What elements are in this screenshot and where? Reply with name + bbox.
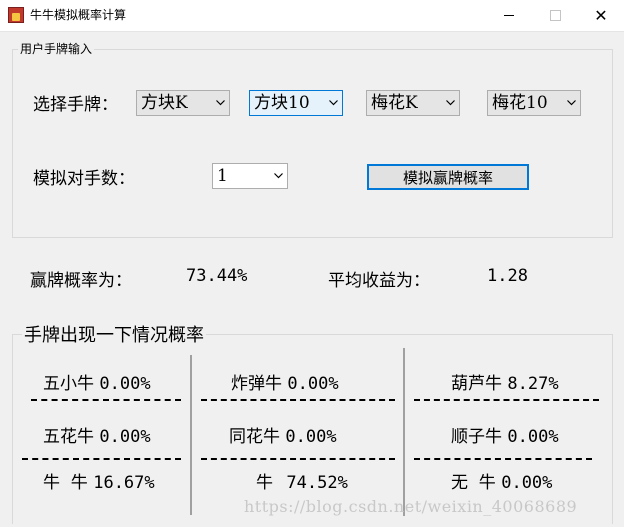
input-groupbox: [12, 49, 613, 238]
row-divider: [414, 458, 592, 460]
hand-probability: 0.00%: [99, 427, 151, 447]
watermark: https://blog.csdn.net/weixin_40068689: [244, 497, 578, 516]
hand-name: 炸弹牛: [231, 374, 282, 394]
card-select-1[interactable]: 方块K: [136, 90, 230, 116]
chevron-down-icon: [274, 173, 283, 180]
card-select-2-value: 方块10: [254, 93, 310, 113]
app-icon: [8, 7, 24, 23]
hand-name: 顺子牛: [451, 427, 502, 447]
chevron-down-icon: [329, 100, 338, 107]
hand-probability: 74.52%: [286, 473, 348, 493]
input-group-legend: 用户手牌输入: [18, 41, 95, 57]
hand-bull: 牛 74.52%: [256, 468, 348, 493]
close-button[interactable]: ✕: [578, 0, 624, 31]
hand-probability: 0.00%: [99, 374, 151, 394]
simulate-button[interactable]: 模拟赢牌概率: [367, 164, 529, 190]
hand-name: 牛: [256, 473, 273, 493]
row-divider: [201, 399, 395, 401]
maximize-button[interactable]: [532, 0, 578, 31]
hand-name: 牛 牛: [43, 473, 88, 493]
hand-probability: 8.27%: [507, 374, 559, 394]
column-divider: [190, 355, 192, 515]
card-select-1-value: 方块K: [141, 93, 188, 113]
hand-probability: 0.00%: [287, 374, 339, 394]
card-select-3-value: 梅花K: [371, 93, 418, 113]
win-rate-value: 73.44%: [186, 266, 248, 286]
row-divider: [414, 399, 599, 401]
title-bar: 牛牛模拟概率计算 ✕: [0, 0, 624, 32]
hand-probability: 16.67%: [93, 473, 155, 493]
chevron-down-icon: [216, 100, 225, 107]
hand-name: 葫芦牛: [451, 374, 502, 394]
close-icon: ✕: [594, 6, 608, 25]
minimize-icon: [504, 15, 514, 16]
card-select-2[interactable]: 方块10: [249, 90, 343, 116]
hand-name: 同花牛: [229, 427, 280, 447]
hand-name: 五花牛: [43, 427, 94, 447]
hand-probability: 0.00%: [285, 427, 337, 447]
hand-name: 无 牛: [451, 473, 496, 493]
opponents-select-value: 1: [217, 166, 228, 186]
chevron-down-icon: [446, 100, 455, 107]
window-title: 牛牛模拟概率计算: [30, 8, 127, 22]
hand-bomb-bull: 炸弹牛 0.00%: [231, 369, 339, 394]
card-select-4[interactable]: 梅花10: [487, 90, 581, 116]
chevron-down-icon: [567, 100, 576, 107]
hand-five-face-bull: 五花牛 0.00%: [43, 422, 151, 447]
hand-flush-bull: 同花牛 0.00%: [229, 422, 337, 447]
opponents-label: 模拟对手数：: [33, 169, 135, 189]
row-divider: [31, 399, 181, 401]
hand-name: 五小牛: [43, 374, 94, 394]
hand-straight-bull: 顺子牛 0.00%: [451, 422, 559, 447]
avg-gain-value: 1.28: [487, 266, 528, 286]
probability-group-legend: 手牌出现一下情况概率: [22, 321, 206, 347]
avg-gain-label: 平均收益为：: [328, 271, 430, 291]
row-divider: [22, 458, 181, 460]
row-divider: [201, 458, 395, 460]
hand-five-small-bull: 五小牛 0.00%: [43, 369, 151, 394]
hand-probability: 0.00%: [507, 427, 559, 447]
hand-no-bull: 无 牛 0.00%: [451, 468, 552, 493]
card-select-4-value: 梅花10: [492, 93, 548, 113]
opponents-select[interactable]: 1: [212, 163, 288, 189]
maximize-icon: [549, 10, 561, 21]
win-rate-label: 赢牌概率为：: [30, 271, 132, 291]
select-cards-label: 选择手牌：: [33, 95, 118, 115]
hand-bull-bull: 牛 牛 16.67%: [43, 468, 155, 493]
hand-full-house-bull: 葫芦牛 8.27%: [451, 369, 559, 394]
column-divider: [403, 348, 405, 516]
hand-probability: 0.00%: [501, 473, 553, 493]
minimize-button[interactable]: [486, 0, 532, 31]
card-select-3[interactable]: 梅花K: [366, 90, 460, 116]
